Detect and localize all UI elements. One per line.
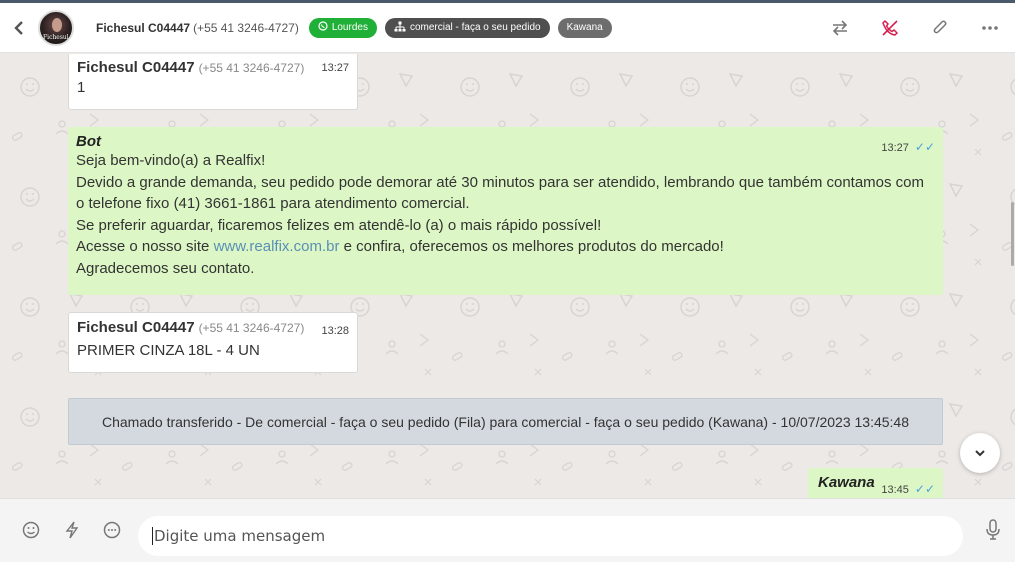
- message-line: Agradecemos seu contato.: [76, 259, 255, 277]
- message-sender: Kawana: [818, 474, 875, 491]
- avatar-face: [52, 17, 62, 32]
- message-line: Se preferir aguardar, ficaremos felizes …: [76, 216, 602, 234]
- transfer-icon: [832, 20, 848, 36]
- scrollbar-thumb[interactable]: [1011, 202, 1014, 266]
- message-sender-phone: (+55 41 3246-4727): [198, 321, 305, 335]
- contact-name: Fichesul C04447: [96, 20, 191, 35]
- message-input[interactable]: [154, 527, 963, 545]
- emoji-icon: [22, 521, 40, 539]
- message-time: 13:28: [321, 325, 349, 337]
- contact-phone: (+55 41 3246-4727): [193, 20, 299, 35]
- tag-lourdes[interactable]: Lourdes: [308, 17, 377, 38]
- message-text: PRIMER CINZA 18L - 4 UN: [77, 342, 260, 359]
- tag-label: comercial - faça o seu pedido: [409, 22, 541, 33]
- site-link[interactable]: www.realfix.com.br: [214, 238, 340, 255]
- tag-label: Kawana: [566, 22, 603, 33]
- tag-label: Lourdes: [331, 22, 368, 33]
- tag-queue[interactable]: comercial - faça o seu pedido: [384, 17, 550, 38]
- outgoing-message-agent[interactable]: Kawana 13:45 ✓✓: [808, 468, 943, 498]
- message-sender-phone: (+55 41 3246-4727): [198, 61, 305, 75]
- org-chart-icon: [394, 21, 406, 35]
- message-time-text: 13:45: [881, 484, 909, 496]
- lightning-icon: [65, 521, 79, 539]
- site-prefix: Acesse o nosso site: [76, 238, 214, 256]
- paperclip-icon: [933, 20, 947, 34]
- quick-reply-button[interactable]: [99, 517, 125, 543]
- message-input-box[interactable]: [138, 516, 963, 556]
- contact-avatar[interactable]: Fichesul: [38, 9, 74, 46]
- message-sender: Fichesul C04447: [77, 59, 195, 76]
- scroll-to-bottom-button[interactable]: [960, 433, 1000, 473]
- incoming-message[interactable]: Fichesul C04447 (+55 41 3246-4727) 13:28 …: [68, 312, 358, 373]
- more-button[interactable]: [965, 3, 1015, 53]
- emoji-button[interactable]: [18, 517, 44, 543]
- message-time: 13:45 ✓✓: [881, 482, 935, 496]
- chevron-left-icon: [14, 20, 23, 35]
- incoming-message[interactable]: Fichesul C04447 (+55 41 3246-4727) 13:27 …: [68, 54, 358, 110]
- outgoing-message-bot[interactable]: Bot 13:27 ✓✓ Seja bem-vindo(a) a Realfix!…: [68, 127, 943, 295]
- tag-agent[interactable]: Kawana: [557, 17, 612, 38]
- read-ticks-icon: ✓✓: [914, 482, 935, 496]
- chat-area[interactable]: Fichesul C04447 (+55 41 3246-4727) 13:27 …: [0, 54, 1015, 498]
- message-sender: Bot: [76, 133, 101, 150]
- system-transfer-notice: Chamado transferido - De comercial - faç…: [68, 398, 943, 445]
- message-time-text: 13:27: [881, 142, 909, 154]
- back-button[interactable]: [0, 3, 38, 53]
- quick-reply-icon: [103, 521, 121, 539]
- chat-header: Fichesul Fichesul C04447 (+55 41 3246-47…: [0, 3, 1015, 53]
- message-line: Acesse o nosso site www.realfix.com.br e…: [76, 236, 935, 258]
- message-composer: [0, 498, 1015, 562]
- message-time: 13:27: [321, 62, 349, 74]
- message-time: 13:27 ✓✓: [881, 140, 935, 154]
- site-suffix: e confira, oferecemos os melhores produt…: [339, 238, 724, 256]
- end-call-icon: [882, 19, 899, 36]
- microphone-button[interactable]: [980, 517, 1006, 543]
- message-line: Seja bem-vindo(a) a Realfix!: [76, 152, 266, 169]
- transfer-button[interactable]: [815, 3, 865, 53]
- end-call-button[interactable]: [865, 3, 915, 53]
- header-actions: [815, 3, 1015, 53]
- more-icon: [982, 26, 998, 30]
- read-ticks-icon: ✓✓: [914, 140, 935, 154]
- chevron-down-icon: [975, 450, 985, 457]
- quick-action-button[interactable]: [59, 517, 85, 543]
- text-caret: [152, 527, 153, 545]
- whatsapp-icon: [318, 21, 328, 34]
- message-text: 1: [77, 79, 86, 96]
- attach-button[interactable]: [915, 3, 965, 53]
- chat-scrollbar[interactable]: [1008, 54, 1015, 498]
- message-line: Devido a grande demanda, seu pedido pode…: [76, 173, 925, 213]
- microphone-icon: [986, 519, 1000, 540]
- avatar-label: Fichesul: [43, 33, 69, 41]
- message-sender: Fichesul C04447: [77, 319, 195, 336]
